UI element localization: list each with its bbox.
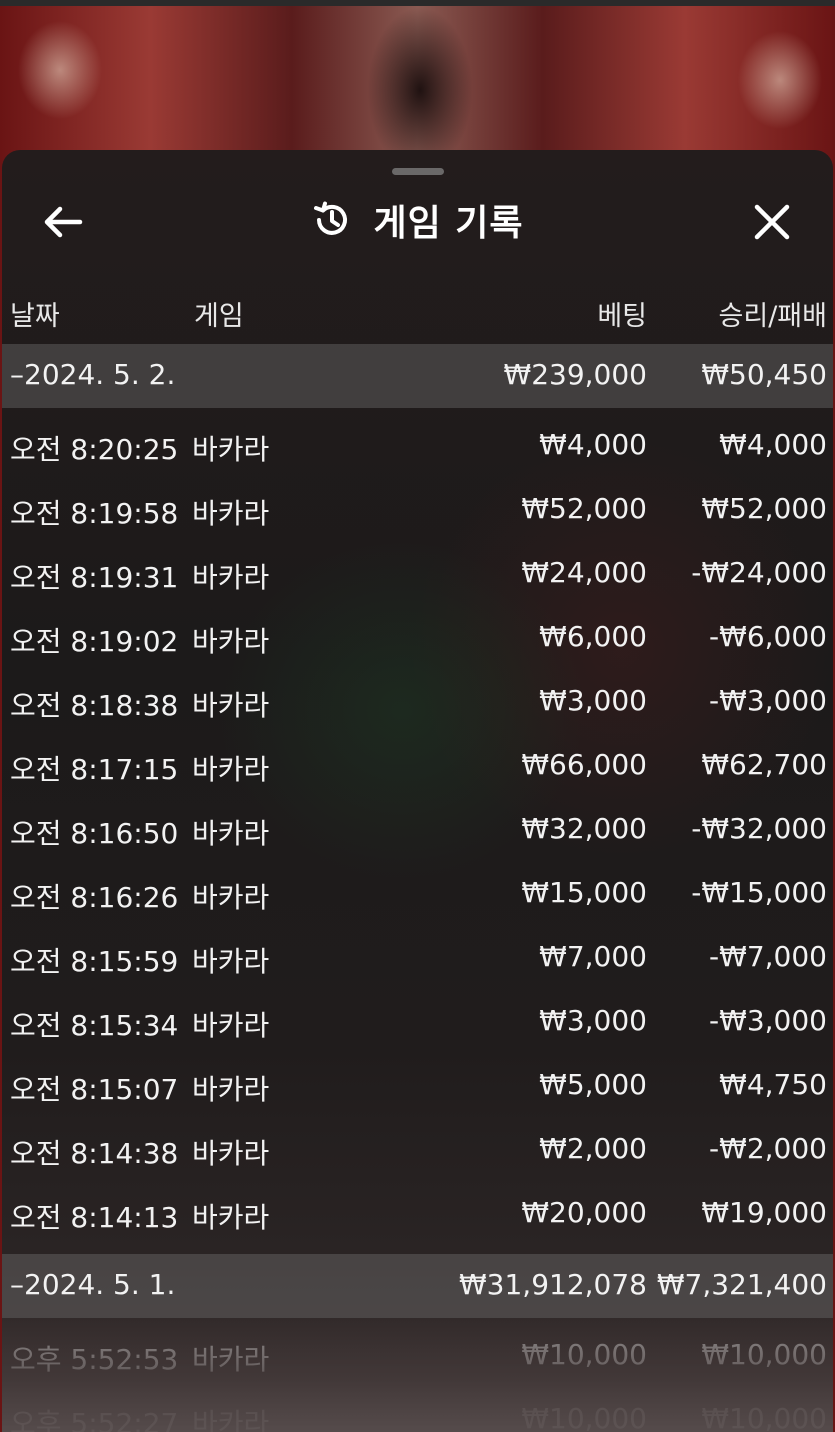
table-row[interactable]: 오전 8:20:25 바카라 ₩4,000 ₩4,000 <box>2 414 833 478</box>
row-bet: ₩24,000 <box>521 556 647 589</box>
drag-handle[interactable] <box>392 168 444 175</box>
group-result-total: ₩7,321,400 <box>656 1268 827 1301</box>
row-game: 바카라 <box>192 1201 270 1234</box>
row-bet: ₩3,000 <box>539 684 647 717</box>
row-game: 바카라 <box>192 1343 270 1376</box>
row-time: 오후 5:52:27 <box>10 1407 179 1432</box>
row-time: 오후 5:52:53 <box>10 1343 179 1376</box>
row-game: 바카라 <box>192 1407 270 1432</box>
table-row[interactable]: 오전 8:14:13 바카라 ₩20,000 ₩19,000 <box>2 1182 833 1246</box>
row-result: -₩3,000 <box>709 1004 827 1037</box>
column-bet: 베팅 <box>597 301 647 332</box>
row-result: ₩62,700 <box>701 748 827 781</box>
group-result-total: ₩50,450 <box>701 358 827 391</box>
row-time: 오전 8:16:50 <box>10 817 179 850</box>
group-date: –2024. 5. 2. <box>10 358 176 391</box>
row-bet: ₩10,000 <box>521 1338 647 1371</box>
group-bet-total: ₩31,912,078 <box>458 1268 647 1301</box>
row-bet: ₩3,000 <box>539 1004 647 1037</box>
row-result: -₩7,000 <box>709 940 827 973</box>
row-bet: ₩32,000 <box>521 812 647 845</box>
row-result: -₩6,000 <box>709 620 827 653</box>
row-bet: ₩10,000 <box>521 1402 647 1432</box>
table-row[interactable]: 오전 8:15:07 바카라 ₩5,000 ₩4,750 <box>2 1054 833 1118</box>
row-time: 오전 8:15:59 <box>10 945 179 978</box>
row-result: ₩4,750 <box>719 1068 827 1101</box>
table-row[interactable]: 오전 8:15:59 바카라 ₩7,000 -₩7,000 <box>2 926 833 990</box>
table-row[interactable]: 오후 5:52:53 바카라 ₩10,000 ₩10,000 <box>2 1324 833 1388</box>
row-game: 바카라 <box>192 625 270 658</box>
row-bet: ₩4,000 <box>539 428 647 461</box>
table-row[interactable]: 오전 8:19:02 바카라 ₩6,000 -₩6,000 <box>2 606 833 670</box>
table-row[interactable]: 오전 8:18:38 바카라 ₩3,000 -₩3,000 <box>2 670 833 734</box>
table-row[interactable]: 오전 8:15:34 바카라 ₩3,000 -₩3,000 <box>2 990 833 1054</box>
history-icon <box>314 201 348 235</box>
row-time: 오전 8:19:31 <box>10 561 179 594</box>
row-game: 바카라 <box>192 497 270 530</box>
table-row[interactable]: 오전 8:19:58 바카라 ₩52,000 ₩52,000 <box>2 478 833 542</box>
row-result: -₩15,000 <box>691 876 827 909</box>
row-game: 바카라 <box>192 433 270 466</box>
row-time: 오전 8:17:15 <box>10 753 179 786</box>
group-date: –2024. 5. 1. <box>10 1268 176 1301</box>
date-group-header[interactable]: –2024. 5. 1. ₩31,912,078 ₩7,321,400 <box>2 1254 833 1318</box>
row-time: 오전 8:20:25 <box>10 433 179 466</box>
column-game: 게임 <box>194 301 244 332</box>
row-bet: ₩20,000 <box>521 1196 647 1229</box>
row-game: 바카라 <box>192 945 270 978</box>
row-bet: ₩52,000 <box>521 492 647 525</box>
row-game: 바카라 <box>192 561 270 594</box>
row-game: 바카라 <box>192 881 270 914</box>
game-history-sheet: 게임 기록 날짜 게임 베팅 승리/패배 –2024. 5. 2. ₩239,0… <box>2 150 833 1432</box>
row-result: ₩4,000 <box>719 428 827 461</box>
row-time: 오전 8:14:38 <box>10 1137 179 1170</box>
column-headers: 날짜 게임 베팅 승리/패배 <box>2 290 833 334</box>
arrow-left-icon[interactable] <box>40 202 84 242</box>
date-group-header[interactable]: –2024. 5. 2. ₩239,000 ₩50,450 <box>2 344 833 408</box>
title-group: 게임 기록 <box>2 190 833 250</box>
group-bet-total: ₩239,000 <box>503 358 647 391</box>
row-result: -₩32,000 <box>691 812 827 845</box>
row-bet: ₩6,000 <box>539 620 647 653</box>
row-time: 오전 8:14:13 <box>10 1201 179 1234</box>
row-game: 바카라 <box>192 1009 270 1042</box>
row-result: ₩10,000 <box>701 1402 827 1432</box>
row-game: 바카라 <box>192 1073 270 1106</box>
column-date: 날짜 <box>10 301 60 332</box>
row-game: 바카라 <box>192 1137 270 1170</box>
row-result: -₩24,000 <box>691 556 827 589</box>
top-edge <box>0 0 835 6</box>
row-time: 오전 8:19:58 <box>10 497 179 530</box>
table-row[interactable]: 오전 8:16:26 바카라 ₩15,000 -₩15,000 <box>2 862 833 926</box>
page-title: 게임 기록 <box>373 203 524 244</box>
row-game: 바카라 <box>192 817 270 850</box>
row-result: ₩19,000 <box>701 1196 827 1229</box>
row-time: 오전 8:16:26 <box>10 881 179 914</box>
row-result: ₩10,000 <box>701 1338 827 1371</box>
table-row[interactable]: 오전 8:17:15 바카라 ₩66,000 ₩62,700 <box>2 734 833 798</box>
row-bet: ₩15,000 <box>521 876 647 909</box>
row-bet: ₩5,000 <box>539 1068 647 1101</box>
row-result: -₩2,000 <box>709 1132 827 1165</box>
row-time: 오전 8:19:02 <box>10 625 179 658</box>
row-time: 오전 8:15:34 <box>10 1009 179 1042</box>
row-result: -₩3,000 <box>709 684 827 717</box>
column-result: 승리/패배 <box>718 301 827 332</box>
row-result: ₩52,000 <box>701 492 827 525</box>
table-row[interactable]: 오후 5:52:27 바카라 ₩10,000 ₩10,000 <box>2 1388 833 1432</box>
row-game: 바카라 <box>192 689 270 722</box>
row-time: 오전 8:18:38 <box>10 689 179 722</box>
row-bet: ₩66,000 <box>521 748 647 781</box>
sheet-header: 게임 기록 <box>2 190 833 250</box>
table-row[interactable]: 오전 8:16:50 바카라 ₩32,000 -₩32,000 <box>2 798 833 862</box>
row-bet: ₩7,000 <box>539 940 647 973</box>
table-row[interactable]: 오전 8:19:31 바카라 ₩24,000 -₩24,000 <box>2 542 833 606</box>
table-row[interactable]: 오전 8:14:38 바카라 ₩2,000 -₩2,000 <box>2 1118 833 1182</box>
row-bet: ₩2,000 <box>539 1132 647 1165</box>
row-game: 바카라 <box>192 753 270 786</box>
close-icon[interactable] <box>750 200 794 244</box>
row-time: 오전 8:15:07 <box>10 1073 179 1106</box>
